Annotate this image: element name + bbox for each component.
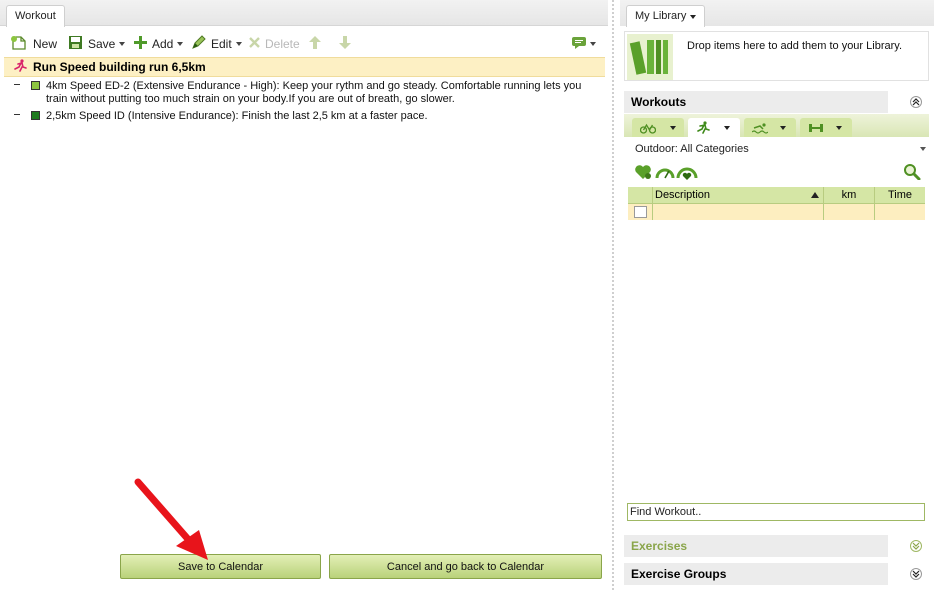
chevron-down-icon[interactable] <box>920 147 926 151</box>
sport-tabs <box>624 114 929 137</box>
save-to-calendar-button[interactable]: Save to Calendar <box>120 554 321 579</box>
km-column-header[interactable]: km <box>823 187 874 203</box>
step-description: 4km Speed ED-2 (Extensive Endurance - Hi… <box>46 80 582 105</box>
sort-up-icon <box>811 192 819 198</box>
intensity-color-swatch <box>31 111 40 120</box>
edit-button[interactable]: Edit <box>191 35 242 53</box>
runner-icon <box>14 59 27 75</box>
delete-icon <box>249 37 260 51</box>
library-books-icon <box>627 34 673 80</box>
library-panel: My Library Drop items here to add them t… <box>620 0 934 591</box>
dumbbell-icon <box>809 123 823 132</box>
expand-down-icon[interactable] <box>910 568 922 580</box>
save-icon <box>68 35 83 53</box>
library-tab-label: My Library <box>635 10 687 22</box>
workout-title-row[interactable]: Run Speed building run 6,5km <box>4 57 605 77</box>
time-column-header[interactable]: Time <box>874 187 925 203</box>
workouts-section-header[interactable]: Workouts <box>624 91 888 113</box>
cancel-back-to-calendar-button[interactable]: Cancel and go back to Calendar <box>329 554 602 579</box>
speedometer-heart-icon[interactable] <box>676 164 698 184</box>
delete-label: Delete <box>265 37 300 51</box>
workout-tabstrip: Workout <box>0 0 608 27</box>
tab-swim[interactable] <box>744 118 796 137</box>
move-up-button[interactable] <box>309 35 321 53</box>
exercise-groups-section-header[interactable]: Exercise Groups <box>624 563 888 585</box>
add-label: Add <box>152 37 174 51</box>
runner-icon <box>697 121 710 134</box>
favorite-heart-icon[interactable] <box>634 164 652 183</box>
description-cell <box>652 204 823 220</box>
workout-title: Run Speed building run 6,5km <box>33 60 206 74</box>
library-drop-area[interactable]: Drop items here to add them to your Libr… <box>624 31 929 81</box>
edit-icon <box>191 35 206 53</box>
search-icon[interactable] <box>903 163 921 183</box>
new-icon <box>10 35 28 54</box>
arrow-up-icon <box>309 36 321 52</box>
tab-run[interactable] <box>688 118 740 137</box>
speedometer-icon[interactable] <box>655 164 675 183</box>
table-row[interactable] <box>628 204 925 220</box>
move-down-button[interactable] <box>339 35 351 53</box>
chevron-down-icon <box>836 125 842 130</box>
workouts-grid-header: Description km Time <box>628 187 925 204</box>
find-workout-input[interactable]: Find Workout.. <box>627 503 925 521</box>
description-column-header[interactable]: Description <box>652 187 823 203</box>
collapse-dash-icon[interactable] <box>14 114 20 115</box>
row-select-cell <box>628 204 652 220</box>
comment-icon <box>572 36 586 52</box>
swimmer-icon <box>752 122 768 134</box>
tab-workout[interactable]: Workout <box>6 5 65 27</box>
intensity-color-swatch <box>31 81 40 90</box>
chevron-down-icon <box>780 125 786 130</box>
chevron-down-icon <box>690 15 697 19</box>
workout-panel: Workout New Save Add Edit Delete Run Spe… <box>0 0 608 591</box>
bike-icon <box>640 123 656 134</box>
collapse-dash-icon[interactable] <box>14 84 20 85</box>
chevron-down-icon <box>670 125 676 130</box>
plus-icon <box>134 36 147 52</box>
save-label: Save <box>88 37 116 51</box>
row-checkbox[interactable] <box>633 206 647 218</box>
select-column-header <box>628 187 652 203</box>
expand-down-icon[interactable] <box>910 540 922 552</box>
chevron-down-icon <box>235 42 242 46</box>
chevron-down-icon <box>177 42 184 46</box>
drop-hint-text: Drop items here to add them to your Libr… <box>687 40 903 52</box>
save-button[interactable]: Save <box>68 35 126 53</box>
chevron-down-icon <box>119 42 126 46</box>
arrow-down-icon <box>339 36 351 52</box>
collapse-up-icon[interactable] <box>910 96 922 108</box>
panel-divider[interactable] <box>612 0 614 591</box>
description-header-label: Description <box>655 189 711 201</box>
time-cell <box>874 204 925 220</box>
new-button[interactable]: New <box>10 35 57 53</box>
workout-step[interactable]: 2,5km Speed ID (Intensive Endurance): Fi… <box>14 110 604 124</box>
tab-strength[interactable] <box>800 118 852 137</box>
tab-my-library[interactable]: My Library <box>626 5 706 27</box>
new-label: New <box>33 37 58 51</box>
add-button[interactable]: Add <box>134 35 184 53</box>
edit-label: Edit <box>211 37 232 51</box>
category-filter[interactable]: Outdoor: All Categories <box>635 143 749 155</box>
workout-step[interactable]: 4km Speed ED-2 (Extensive Endurance - Hi… <box>14 80 604 108</box>
comment-menu-button[interactable] <box>572 35 596 53</box>
workout-toolbar: New Save Add Edit Delete <box>0 30 608 56</box>
chevron-down-icon <box>590 42 596 46</box>
km-cell <box>823 204 874 220</box>
step-description: 2,5km Speed ID (Intensive Endurance): Fi… <box>46 110 428 122</box>
chevron-down-icon <box>724 125 730 130</box>
exercises-section-header[interactable]: Exercises <box>624 535 888 557</box>
delete-button[interactable]: Delete <box>249 35 300 53</box>
tab-bike[interactable] <box>632 118 684 137</box>
library-tabstrip: My Library <box>620 0 934 27</box>
